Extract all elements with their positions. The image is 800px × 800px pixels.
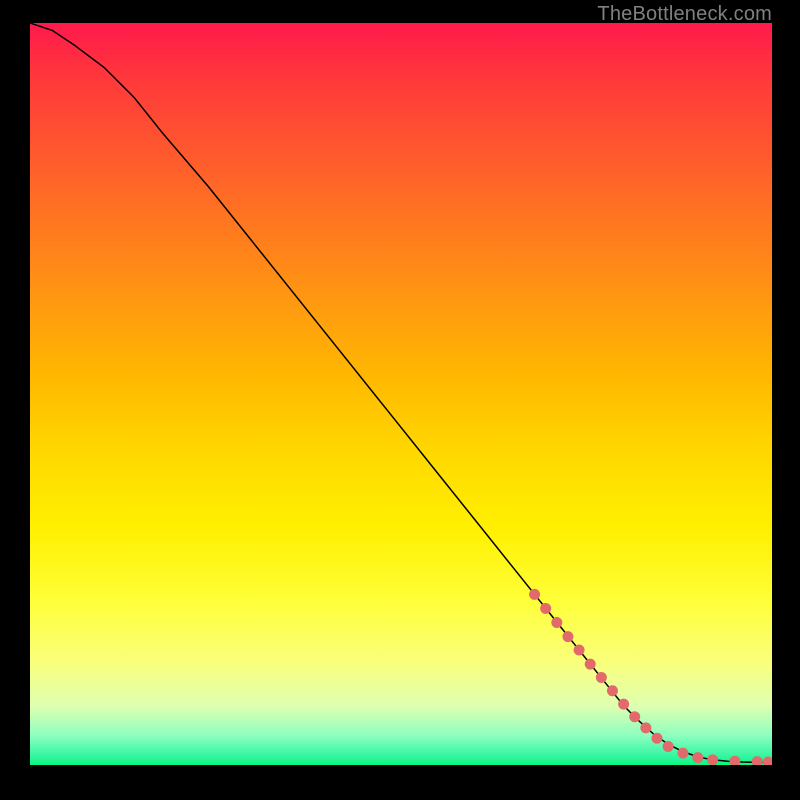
- overlay-dot: [651, 733, 662, 744]
- overlay-dot: [585, 659, 596, 670]
- overlay-dot: [640, 722, 651, 733]
- overlay-dot: [540, 603, 551, 614]
- overlay-dot: [529, 589, 540, 600]
- chart-stage: TheBottleneck.com: [0, 0, 800, 800]
- main-curve: [30, 23, 772, 762]
- dots-layer: [529, 589, 772, 765]
- overlay-dot: [607, 685, 618, 696]
- overlay-dot: [692, 752, 703, 763]
- overlay-dot: [574, 644, 585, 655]
- overlay-dot: [629, 711, 640, 722]
- overlay-dot: [551, 617, 562, 628]
- overlay-dot: [677, 748, 688, 759]
- overlay-dot: [618, 699, 629, 710]
- overlay-dot: [562, 631, 573, 642]
- curve-layer: [30, 23, 772, 762]
- overlay-dot: [707, 754, 718, 765]
- overlay-dot: [763, 757, 772, 765]
- overlay-dot: [752, 756, 763, 765]
- overlay-dot: [729, 756, 740, 765]
- plot-area: [30, 23, 772, 765]
- chart-svg: [30, 23, 772, 765]
- overlay-dot: [596, 672, 607, 683]
- overlay-dot: [663, 741, 674, 752]
